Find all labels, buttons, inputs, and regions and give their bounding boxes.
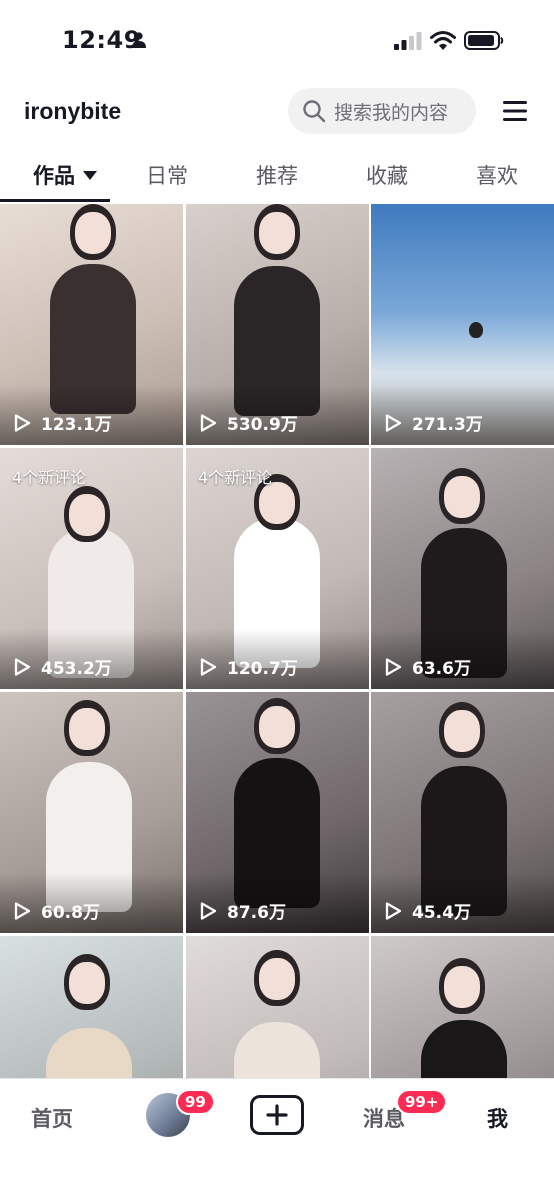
play-count: 87.6万 bbox=[198, 898, 286, 923]
caret-down-icon bbox=[83, 171, 97, 180]
menu-icon[interactable] bbox=[502, 100, 528, 122]
play-count: 271.3万 bbox=[383, 410, 483, 435]
video-grid: 123.1万 530.9万 271.3万 4个新评论 453.2万 4个新评论 … bbox=[0, 204, 554, 1084]
username-title: ironybite bbox=[24, 98, 122, 124]
play-count: 45.4万 bbox=[383, 898, 471, 923]
nav-me[interactable]: 我 bbox=[487, 1103, 508, 1133]
signal-icon bbox=[394, 32, 422, 50]
tab-recommended[interactable]: 推荐 bbox=[256, 160, 298, 190]
play-count-value: 60.8万 bbox=[41, 903, 100, 923]
video-thumbnail[interactable]: 123.1万 bbox=[0, 204, 183, 445]
new-comments-badge: 4个新评论 bbox=[12, 468, 87, 487]
video-thumbnail[interactable]: 4个新评论 120.7万 bbox=[186, 448, 369, 689]
video-thumbnail[interactable] bbox=[371, 936, 554, 1084]
nav-home[interactable]: 首页 bbox=[31, 1103, 73, 1133]
play-count-value: 120.7万 bbox=[227, 659, 298, 679]
video-thumbnail[interactable]: 87.6万 bbox=[186, 692, 369, 933]
video-thumbnail[interactable]: 45.4万 bbox=[371, 692, 554, 933]
play-icon bbox=[385, 901, 402, 920]
play-count: 530.9万 bbox=[198, 410, 298, 435]
play-icon bbox=[200, 901, 217, 920]
thumbnail-figure-face bbox=[69, 962, 105, 1004]
bottom-nav: 首页 99 消息 99+ 我 bbox=[0, 1078, 554, 1200]
status-time: 12:49 bbox=[62, 26, 141, 54]
messages-count-badge: 99+ bbox=[396, 1089, 448, 1115]
thumbnail-figure-face bbox=[69, 494, 105, 536]
tab-favorites[interactable]: 收藏 bbox=[366, 160, 408, 190]
play-count-value: 45.4万 bbox=[412, 903, 471, 923]
plus-icon bbox=[266, 1104, 288, 1126]
play-icon bbox=[385, 657, 402, 676]
search-bar[interactable]: 搜索我的内容 bbox=[288, 88, 476, 134]
video-thumbnail[interactable]: 60.8万 bbox=[0, 692, 183, 933]
play-icon bbox=[385, 413, 402, 432]
search-placeholder: 搜索我的内容 bbox=[334, 101, 449, 124]
play-count: 453.2万 bbox=[12, 654, 112, 679]
video-thumbnail[interactable]: 530.9万 bbox=[186, 204, 369, 445]
play-count: 120.7万 bbox=[198, 654, 298, 679]
thumbnail-figure-face bbox=[259, 212, 295, 254]
thumbnail-figure-face bbox=[75, 212, 111, 254]
thumbnail-figure bbox=[421, 1020, 507, 1084]
thumbnail-figure-face bbox=[444, 710, 480, 752]
tab-daily[interactable]: 日常 bbox=[146, 160, 188, 190]
video-thumbnail[interactable]: 4个新评论 453.2万 bbox=[0, 448, 183, 689]
thumbnail-figure-face bbox=[259, 482, 295, 524]
thumbnail-figure-face bbox=[259, 706, 295, 748]
active-tab-indicator bbox=[0, 199, 110, 202]
play-count-value: 530.9万 bbox=[227, 415, 298, 435]
friends-count-badge: 99 bbox=[176, 1089, 215, 1115]
play-count-value: 123.1万 bbox=[41, 415, 112, 435]
play-count-value: 63.6万 bbox=[412, 659, 471, 679]
add-video-button[interactable] bbox=[250, 1095, 304, 1135]
video-thumbnail[interactable]: 63.6万 bbox=[371, 448, 554, 689]
new-comments-badge: 4个新评论 bbox=[198, 468, 273, 487]
tab-works-label: 作品 bbox=[33, 164, 75, 188]
play-icon bbox=[14, 657, 31, 676]
thumbnail-figure-head bbox=[469, 322, 483, 338]
play-count-value: 453.2万 bbox=[41, 659, 112, 679]
video-thumbnail[interactable] bbox=[186, 936, 369, 1084]
thumbnail-figure-face bbox=[69, 708, 105, 750]
play-count: 63.6万 bbox=[383, 654, 471, 679]
profile-header: ironybite 搜索我的内容 bbox=[0, 84, 554, 144]
thumbnail-figure-face bbox=[259, 958, 295, 1000]
thumbnail-figure-face bbox=[444, 476, 480, 518]
battery-icon bbox=[464, 31, 504, 50]
play-count: 123.1万 bbox=[12, 410, 112, 435]
play-icon bbox=[200, 657, 217, 676]
video-thumbnail[interactable]: 271.3万 bbox=[371, 204, 554, 445]
play-icon bbox=[14, 901, 31, 920]
search-icon bbox=[303, 100, 326, 123]
tab-likes[interactable]: 喜欢 bbox=[476, 160, 518, 190]
video-thumbnail[interactable] bbox=[0, 936, 183, 1084]
status-bar: 12:49 bbox=[0, 0, 554, 84]
person-icon bbox=[132, 32, 146, 48]
play-count-value: 87.6万 bbox=[227, 903, 286, 923]
play-icon bbox=[200, 413, 217, 432]
wifi-icon bbox=[430, 31, 456, 50]
thumbnail-figure-face bbox=[444, 966, 480, 1008]
play-icon bbox=[14, 413, 31, 432]
play-count-value: 271.3万 bbox=[412, 415, 483, 435]
play-count: 60.8万 bbox=[12, 898, 100, 923]
tab-works[interactable]: 作品 bbox=[33, 160, 97, 190]
content-tabs: 作品 日常 推荐 收藏 喜欢 bbox=[0, 150, 554, 202]
